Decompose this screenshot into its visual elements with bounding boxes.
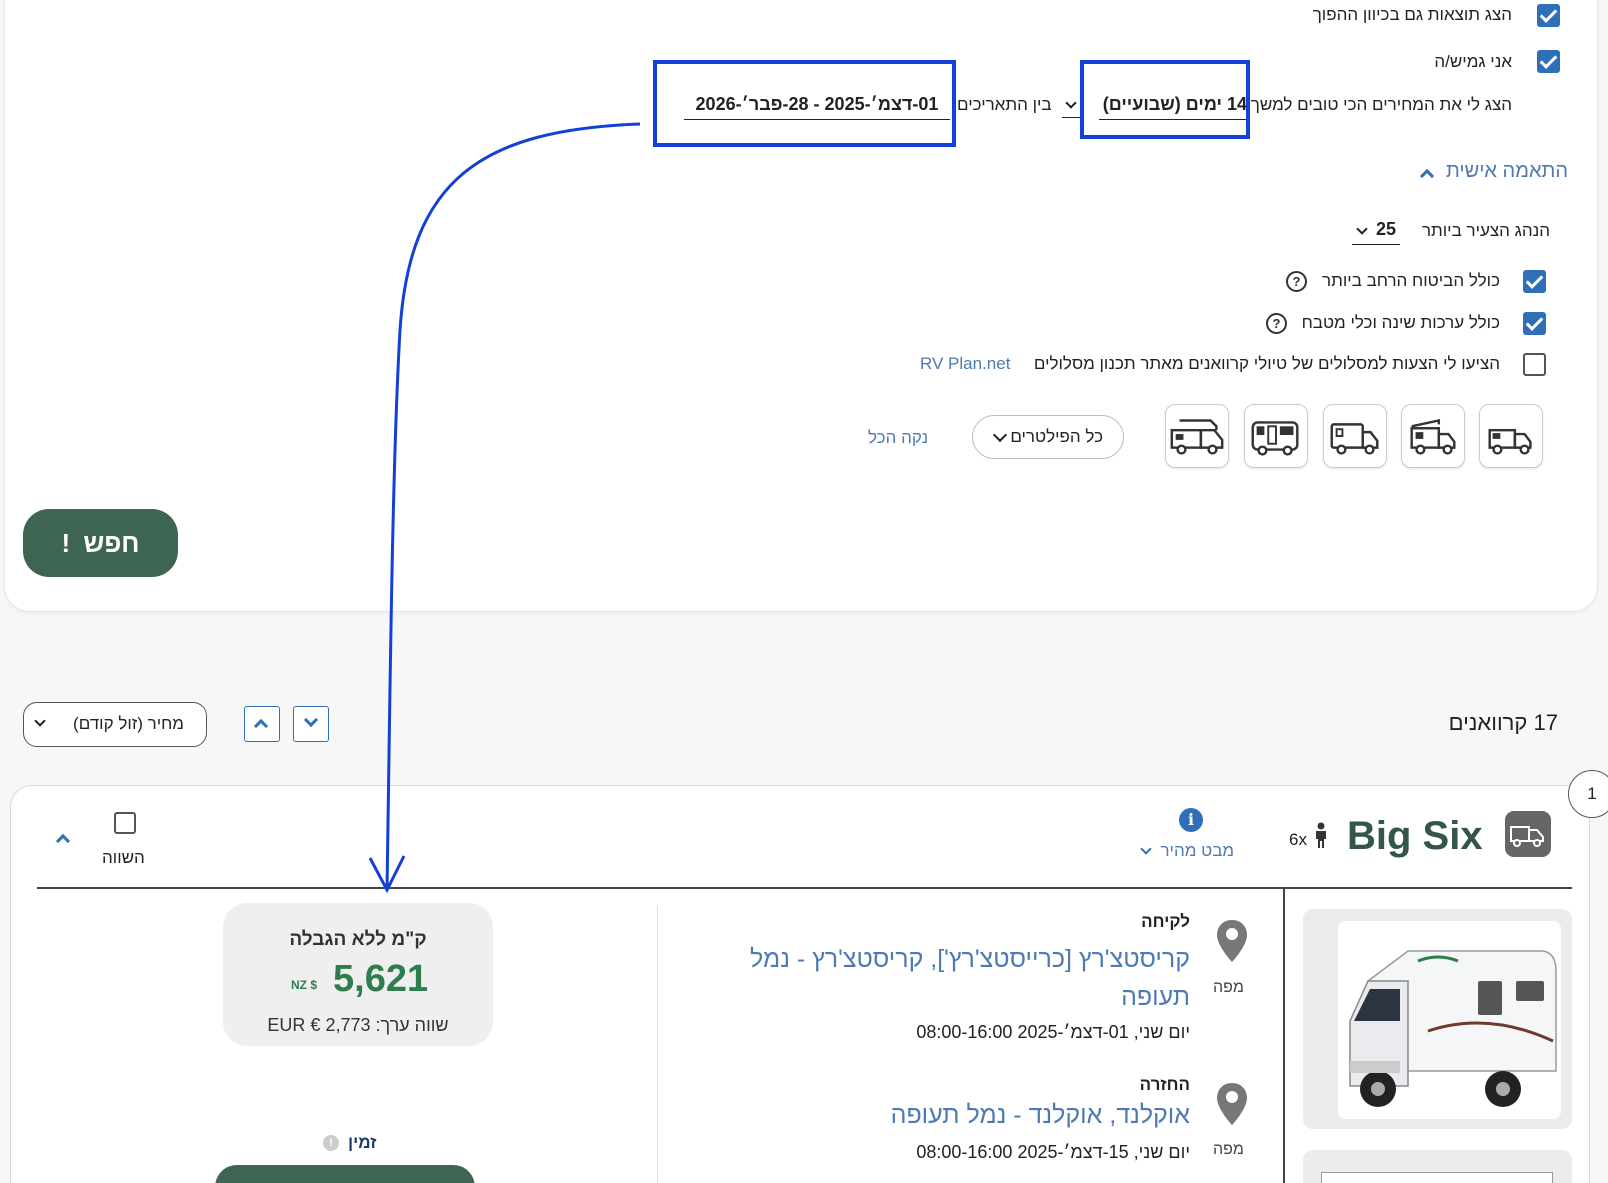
availability-info-icon[interactable]: ! [323, 1135, 339, 1151]
all-filters-label: כל הפילטרים [1010, 427, 1103, 446]
bus-icon [1251, 421, 1299, 456]
dropoff-location[interactable]: אוקלנד, אוקלנד - נמל תעופה [891, 1101, 1190, 1130]
flexible-checkbox[interactable] [1537, 50, 1560, 73]
quick-view-label: מבט מהיר [1160, 841, 1235, 860]
price-equivalent: שווה ערך: EUR € 2,773 [267, 1015, 449, 1035]
unlimited-km-label: ק"מ ללא הגבלה [289, 929, 427, 950]
compare-label: השווה [102, 848, 145, 867]
youngest-driver-label: הנהג הצעיר ביותר [1421, 221, 1550, 240]
bedding-checkbox[interactable] [1523, 312, 1546, 335]
pickup-location[interactable]: קריסטצ'רץ [כרייסטצ'רץ'], קריסטצ'רץ - נמל… [710, 940, 1190, 1016]
insurance-label: כולל הביטוח הרחב ביותר [1322, 271, 1500, 290]
suggest-routes-checkbox[interactable] [1523, 353, 1546, 376]
floorplan-thumbnail[interactable] [1303, 1150, 1572, 1183]
help-icon[interactable]: ? [1286, 271, 1307, 292]
chevron-down-icon [1356, 223, 1368, 235]
clear-all-link[interactable]: נקה הכל [868, 428, 928, 448]
reverse-results-checkbox[interactable] [1537, 4, 1560, 27]
rv-type-motorhome[interactable] [1323, 404, 1387, 468]
chevron-down-icon [303, 712, 319, 728]
suggest-routes-label: הציעו לי הצעות למסלולים של טיולי קרוואני… [1033, 354, 1500, 373]
rv-type-badge-icon [1505, 811, 1551, 857]
price-column-divider [657, 906, 658, 1183]
large-motorhome-icon [1170, 419, 1224, 455]
map-pin-icon[interactable] [1217, 920, 1247, 962]
capacity-value: 6x [1289, 830, 1307, 849]
price-value: 5,621 [333, 958, 429, 1000]
all-filters-button[interactable]: כל הפילטרים [972, 415, 1124, 459]
help-icon[interactable]: ? [1266, 313, 1287, 334]
youngest-driver-value: 25 [1375, 219, 1396, 239]
rv-name[interactable]: Big Six [1347, 814, 1483, 859]
person-icon [1313, 822, 1329, 848]
availability-label: זמין [348, 1133, 377, 1152]
rv-type-poptop[interactable] [1401, 404, 1465, 468]
card-header-divider [37, 887, 1572, 889]
annotation-box-dates [653, 60, 956, 147]
rank-badge: 1 [1568, 770, 1608, 818]
bedding-label: כולל ערכות שינה וכלי מטבח [1301, 313, 1500, 332]
image-column-divider [1283, 889, 1285, 1183]
results-count: 17 קרוואנים [1448, 710, 1558, 735]
rv-type-camper-van[interactable] [1479, 404, 1543, 468]
motorhome-icon [1330, 423, 1379, 455]
pickup-map-link[interactable]: מפה [1213, 979, 1244, 997]
info-icon[interactable]: i [1179, 808, 1203, 832]
exclamation-icon: ! [61, 528, 71, 558]
search-button[interactable]: חפש ! [23, 509, 178, 577]
chevron-down-icon [34, 715, 46, 727]
flexible-label: אני גמיש/ה [1434, 52, 1512, 71]
dropoff-map-link[interactable]: מפה [1213, 1141, 1244, 1159]
rvplan-link[interactable]: RV Plan.net [920, 354, 1010, 374]
custom-toggle[interactable]: התאמה אישית [1420, 160, 1568, 184]
sort-ascending-button[interactable] [244, 706, 280, 742]
compare-checkbox[interactable] [114, 812, 136, 834]
chevron-down-icon [1140, 843, 1152, 855]
collapse-card-button[interactable] [52, 830, 76, 850]
quick-view-toggle[interactable]: מבט מהיר [1140, 841, 1235, 861]
sort-value: מחיר (זול קודם) [73, 714, 184, 733]
best-prices-label: הצג לי את המחירים הכי טובים למשך [1250, 95, 1512, 114]
rank-number: 1 [1587, 784, 1597, 803]
camper-van-icon [1488, 428, 1532, 455]
between-dates-label: בין התאריכים [957, 95, 1052, 114]
rv-image-frame[interactable] [1303, 909, 1572, 1129]
sort-select[interactable]: מחיר (זול קודם) [23, 702, 207, 747]
book-button[interactable] [215, 1165, 475, 1183]
insurance-checkbox[interactable] [1523, 270, 1546, 293]
sort-descending-button[interactable] [293, 706, 329, 742]
rv-photo [1338, 921, 1561, 1119]
price-currency: NZ $ [291, 978, 318, 992]
search-button-label: חפש [83, 528, 140, 558]
chevron-down-icon [1065, 97, 1077, 109]
pickup-datetime: יום שני, 01-דצמ׳-2025 08:00-16:00 [916, 1022, 1190, 1042]
chevron-up-icon [1420, 168, 1435, 184]
pickup-label: לקיחה [1141, 912, 1190, 931]
dropoff-datetime: יום שני, 15-דצמ׳-2025 08:00-16:00 [916, 1142, 1190, 1162]
rv-type-large-motorhome[interactable] [1165, 404, 1229, 468]
chevron-up-icon [253, 718, 269, 734]
map-pin-icon[interactable] [1217, 1083, 1247, 1125]
annotation-box-duration [1080, 60, 1250, 139]
reverse-results-label: הצג תוצאות גם בכיוון ההפוך [1312, 5, 1512, 24]
rv-type-bus[interactable] [1244, 404, 1308, 468]
chevron-down-icon [992, 427, 1008, 443]
youngest-driver-select[interactable]: 25 [1352, 219, 1400, 245]
custom-toggle-label: התאמה אישית [1446, 160, 1568, 182]
duration-dropdown[interactable] [1062, 94, 1082, 118]
chevron-up-icon [55, 833, 71, 849]
dropoff-label: החזרה [1139, 1075, 1190, 1094]
poptop-icon [1410, 419, 1456, 455]
